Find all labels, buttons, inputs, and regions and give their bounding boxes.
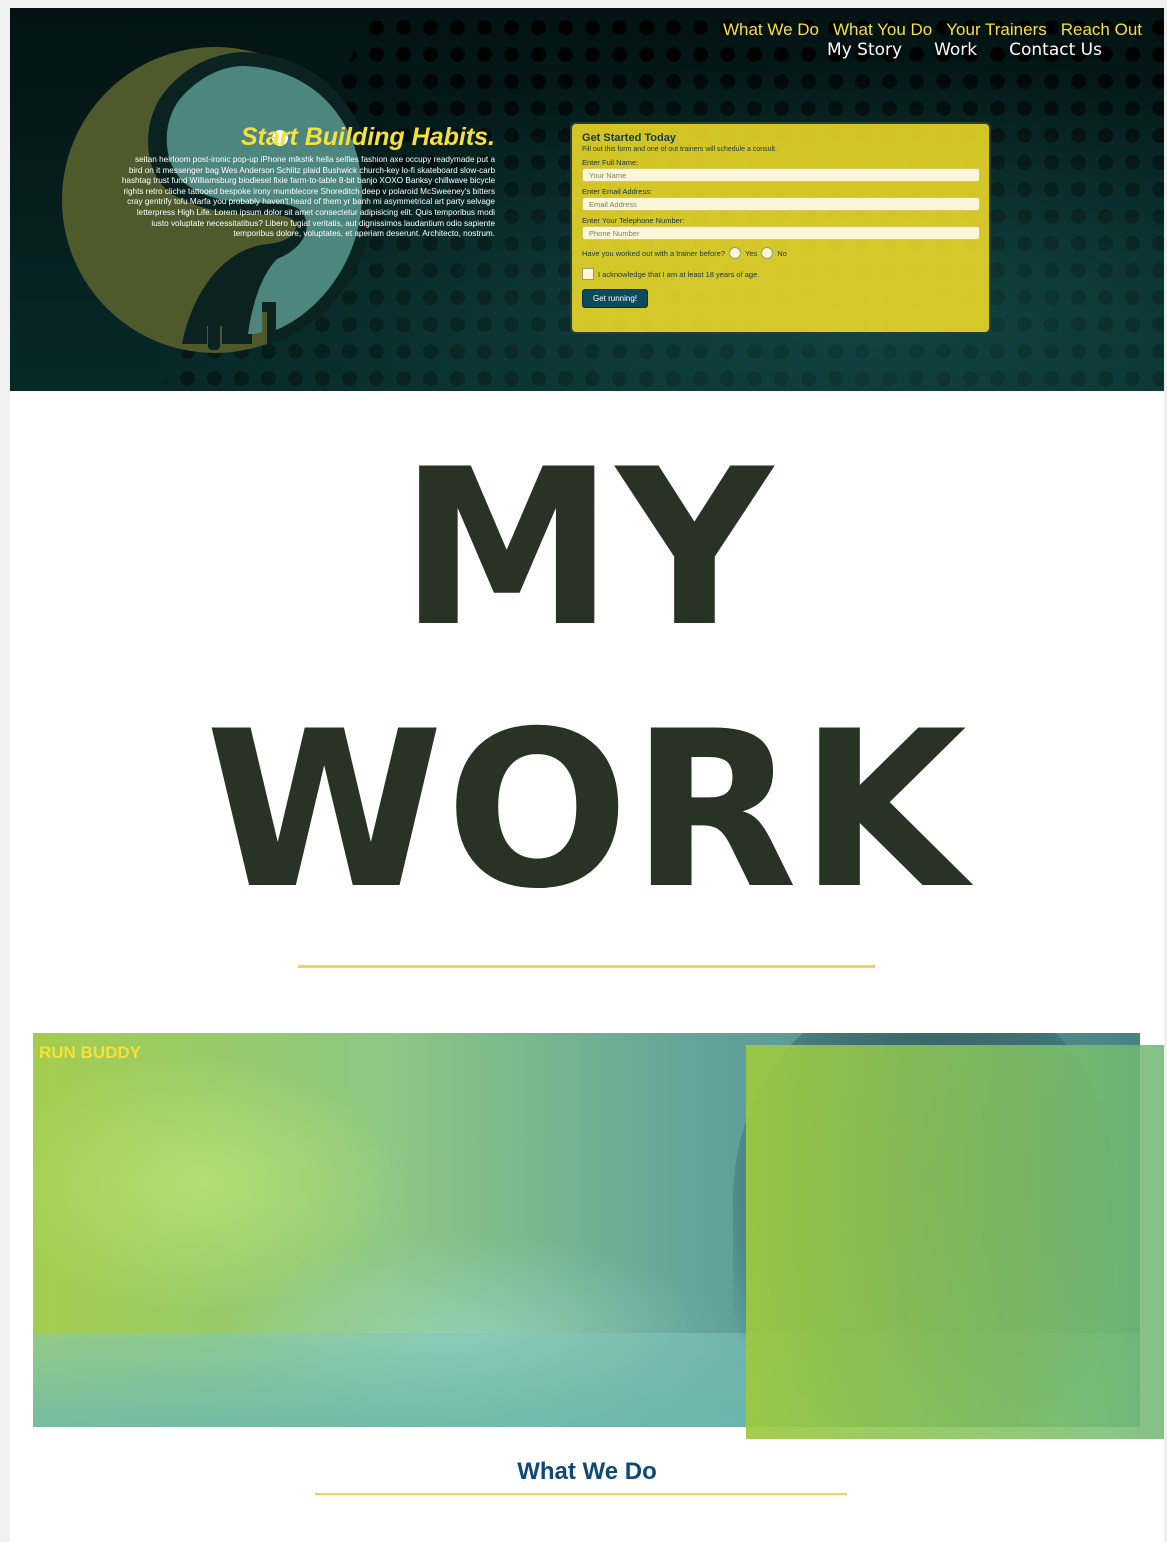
nav-work[interactable]: Work [918,38,993,62]
form-title: Get Started Today [582,132,676,144]
section-title-what-we-do: What We Do [517,1458,657,1485]
radio-no [761,247,774,259]
project-nav-item: What You Do [833,20,933,39]
radio-no-label: No [777,248,787,258]
project-nav-item: Reach Out [1060,20,1142,39]
project-screenshot-run-buddy[interactable] [745,1045,1164,1439]
project-nav-item: What We Do [722,20,819,39]
phone-field: Phone Number [582,226,980,240]
age-ack-label: I acknowledge that I am at least 18 year… [598,269,760,279]
project-nav: What We Do What You Do Your Trainers Rea… [722,20,1164,1439]
email-label: Enter Email Address: [582,187,653,196]
project-signup-form: Get Started Today Fill out this form and… [570,122,991,334]
name-label: Enter Full Name: [582,158,639,167]
email-field: Email Address [582,197,980,211]
phone-label: Enter Your Telephone Number: [582,216,685,225]
age-checkbox [582,268,594,280]
nav-my-story[interactable]: My Story [811,38,918,62]
form-subtitle: Fill out this form and one of out traine… [582,146,777,153]
page-title-line2: WORK [205,685,969,936]
name-field: Your Name [582,168,980,182]
project-hero-text: seitan heirloom post-ironic pop-up iPhon… [121,155,495,239]
main-nav: My Story Work Contact Us [811,38,1118,62]
page-title-line1: MY [399,423,775,674]
radio-yes-label: Yes [745,248,758,258]
project-nav-item: Your Trainers [946,20,1047,39]
page: My Story Work Contact Us MY WORK RUN BUD… [10,8,1164,1542]
title-divider [298,965,875,968]
get-running-button: Get running! [582,289,649,308]
age-ack-row: I acknowledge that I am at least 18 year… [582,268,979,280]
radio-yes [729,247,741,259]
project-hero-title: Start Building Habits. [240,123,495,151]
section-divider [315,1493,847,1495]
page-title: MY WORK [10,418,1164,942]
trainer-question: Have you worked out with a trainer befor… [582,248,725,258]
nav-contact-us[interactable]: Contact Us [993,38,1118,62]
trainer-question-row: Have you worked out with a trainer befor… [582,247,979,259]
project-brand: RUN BUDDY [39,1043,141,1062]
